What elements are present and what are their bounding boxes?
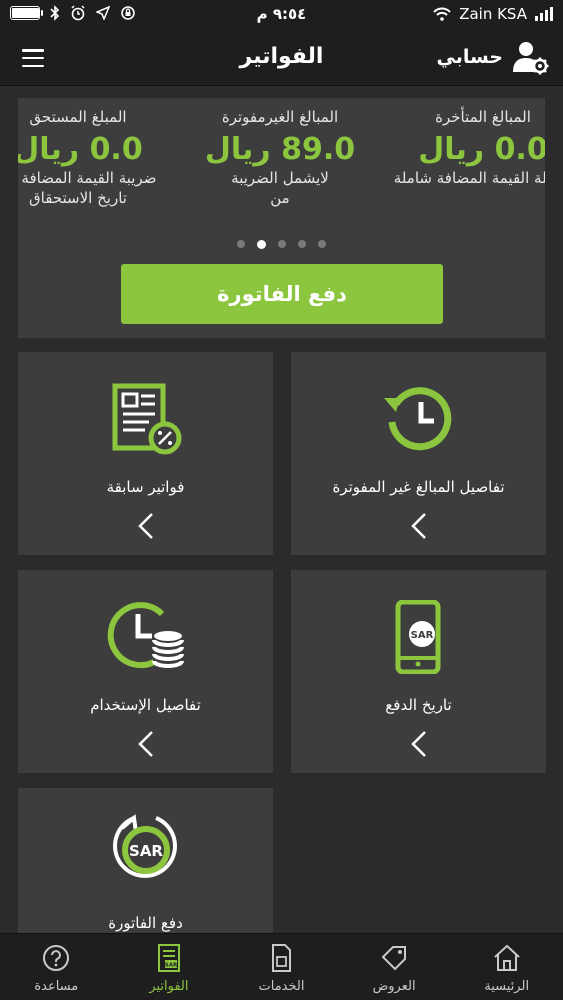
summary-note: تاريخ الاستحقاق (29, 189, 127, 207)
tile-label: تفاصيل المبالغ غير المفوترة (332, 478, 505, 496)
home-icon (493, 944, 520, 971)
bill-icon: SAR (157, 944, 180, 972)
chevron-left-icon (18, 512, 273, 540)
chevron-left-icon (291, 730, 546, 758)
tab-label: العروض (372, 979, 416, 994)
tab-label: الرئيسية (484, 979, 530, 994)
tab-bar: مساعدة SAR الفواتير الخدمات العروض الرئي… (0, 933, 563, 1000)
tab-services[interactable]: الخدمات (225, 934, 338, 1000)
tab-label: الخدمات (258, 979, 305, 994)
summary-amount: 0.0 ريال (418, 132, 545, 167)
summary-note: شاملة القيمة المضافة شاملة (393, 169, 545, 187)
status-right: Zain KSA (433, 5, 553, 23)
status-bar: ٩:٥٤ م Zain KSA (0, 0, 563, 30)
tile-previous-bills[interactable]: فواتير سابقة (18, 352, 273, 555)
tile-label: تاريخ الدفع (385, 696, 452, 714)
tab-offers[interactable]: العروض (338, 934, 451, 1000)
tab-home[interactable]: الرئيسية (450, 934, 563, 1000)
tile-label: تفاصيل الإستخدام (90, 696, 201, 714)
summary-amount: 0.0 ريال (18, 132, 143, 167)
summary-amount: 89.0 ريال (204, 132, 356, 167)
carousel-dot[interactable] (278, 240, 286, 248)
carousel-dot[interactable] (318, 240, 326, 248)
summary-title: المبالغ الغيرمفوترة (221, 108, 339, 126)
tab-help[interactable]: مساعدة (0, 934, 113, 1000)
summary-title: المبلغ المستحق (29, 108, 127, 126)
tile-usage-details[interactable]: تفاصيل الإستخدام (18, 570, 273, 773)
sar-refresh-icon: SAR (18, 810, 273, 884)
svg-text:SAR: SAR (165, 963, 178, 969)
svg-text:SAR: SAR (129, 842, 163, 860)
summary-note: لايشمل الضريبة (231, 169, 329, 187)
carousel-dot[interactable] (237, 240, 245, 248)
tile-unbilled-details[interactable]: تفاصيل المبالغ غير المفوترة (291, 352, 546, 555)
summary-title: المبالغ المتأخرة (435, 108, 531, 126)
tab-bills[interactable]: SAR الفواتير (113, 934, 226, 1000)
chevron-left-icon (18, 730, 273, 758)
user-settings-icon (513, 42, 549, 75)
carousel-pagination[interactable] (18, 240, 545, 249)
tab-label: الفواتير (149, 979, 189, 994)
tag-icon (381, 946, 407, 971)
summary-overdue: المبالغ المتأخرة 0.0 ريال شاملة القيمة ا… (383, 108, 545, 189)
svg-text:SAR: SAR (410, 630, 433, 641)
tab-label: مساعدة (34, 979, 79, 994)
account-button[interactable]: حسابي (436, 38, 549, 76)
summary-unbilled: المبالغ الغيرمفوترة 89.0 ريال لايشمل الض… (180, 108, 380, 207)
carousel-dot[interactable] (257, 240, 266, 249)
carousel-dot[interactable] (298, 240, 306, 248)
nav-bar: الفواتير حسابي (0, 30, 563, 86)
tile-label: فواتير سابقة (106, 478, 185, 496)
phone-sar-icon: SAR (291, 600, 546, 674)
help-icon (43, 945, 70, 971)
carrier-name: Zain KSA (459, 5, 527, 23)
summary-note: من (270, 189, 290, 207)
signal-icon (535, 7, 553, 21)
tile-payment-history[interactable]: SAR تاريخ الدفع (291, 570, 546, 773)
pay-bill-button[interactable]: دفع الفاتورة (121, 264, 443, 324)
clock-coins-icon (18, 600, 273, 674)
tile-label: دفع الفاتورة (108, 914, 183, 932)
wifi-icon (433, 7, 451, 21)
sim-icon (272, 944, 292, 972)
invoice-percent-icon (18, 382, 273, 456)
tile-pay-bill[interactable]: SAR دفع الفاتورة (18, 788, 273, 933)
bill-summary-carousel[interactable]: المبالغ المتأخرة 0.0 ريال شاملة القيمة ا… (18, 98, 545, 338)
summary-due: المبلغ المستحق 0.0 ريال ضريبة القيمة الم… (18, 108, 178, 207)
summary-note: ضريبة القيمة المضافة شا (18, 169, 157, 187)
account-label: حسابي (436, 46, 503, 68)
chevron-left-icon (291, 512, 546, 540)
history-clock-icon (291, 382, 546, 456)
